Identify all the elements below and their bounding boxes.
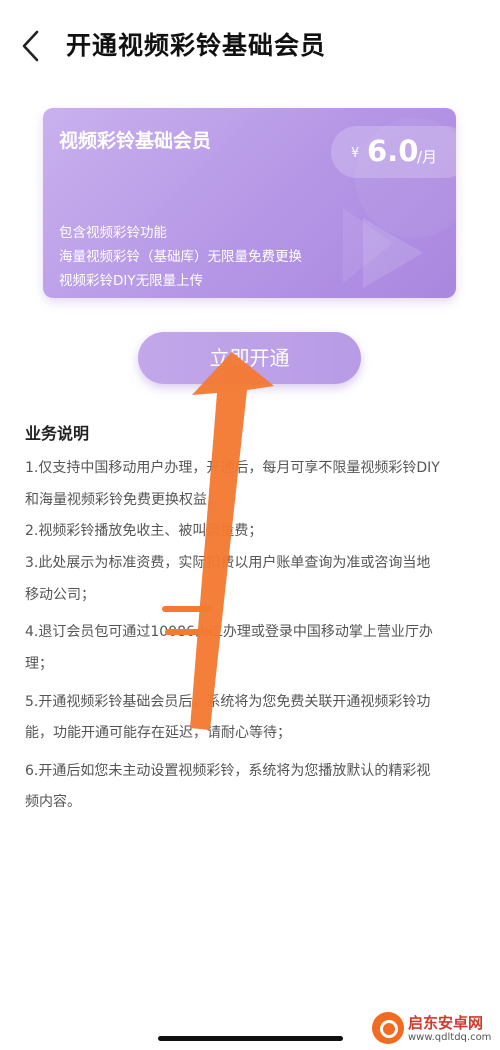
header: 开通视频彩铃基础会员 (0, 0, 500, 92)
open-now-button[interactable]: 立即开通 (138, 332, 361, 384)
description-line: 5.开通视频彩铃基础会员后，系统将为您免费关联开通视频彩铃功 (25, 694, 431, 710)
description-line: 频内容。 (25, 794, 81, 810)
description-line: 3.此处展示为标准资费，实际扣费以用户账单查询为准或咨询当地 (25, 555, 431, 571)
description-line: 和海量视频彩铃免费更换权益； (25, 492, 221, 508)
watermark-name: 启东安卓网 (408, 1014, 484, 1032)
description-line: 理； (25, 656, 53, 672)
home-indicator[interactable] (158, 1036, 343, 1041)
section-title: 业务说明 (25, 424, 90, 443)
price-value: 6.0 (367, 134, 419, 168)
membership-card: 视频彩铃基础会员 ¥ 6.0 /月 包含视频彩铃功能 海量视频彩铃（基础库）无限… (43, 108, 456, 298)
feature-item: 视频彩铃DIY无限量上传 (59, 273, 204, 289)
watermark: 启东安卓网 www.qdltdq.com (372, 1010, 500, 1050)
price-unit: /月 (417, 148, 438, 166)
feature-item: 海量视频彩铃（基础库）无限量免费更换 (59, 249, 302, 265)
watermark-url: www.qdltdq.com (408, 1032, 492, 1043)
feature-item: 包含视频彩铃功能 (59, 225, 167, 241)
description-line: 移动公司； (25, 587, 95, 603)
price-currency: ¥ (351, 146, 360, 161)
description-line: 1.仅支持中国移动用户办理，开通后，每月可享不限量视频彩铃DIY (25, 460, 440, 476)
price-badge: ¥ 6.0 /月 (331, 126, 456, 178)
card-title: 视频彩铃基础会员 (59, 130, 212, 152)
chevron-left-icon (22, 30, 39, 62)
description-line: 6.开通后如您未主动设置视频彩铃，系统将为您播放默认的精彩视 (25, 763, 431, 779)
description-line: 4.退订会员包可通过10086人工办理或登录中国移动掌上营业厅办 (25, 624, 433, 640)
watermark-logo-icon (372, 1012, 404, 1044)
description-line: 2.视频彩铃播放免收主、被叫流量费； (25, 523, 263, 539)
description-line: 能，功能开通可能存在延迟，请耐心等待； (25, 725, 291, 741)
back-button[interactable] (18, 28, 48, 64)
page-title: 开通视频彩铃基础会员 (66, 31, 327, 60)
